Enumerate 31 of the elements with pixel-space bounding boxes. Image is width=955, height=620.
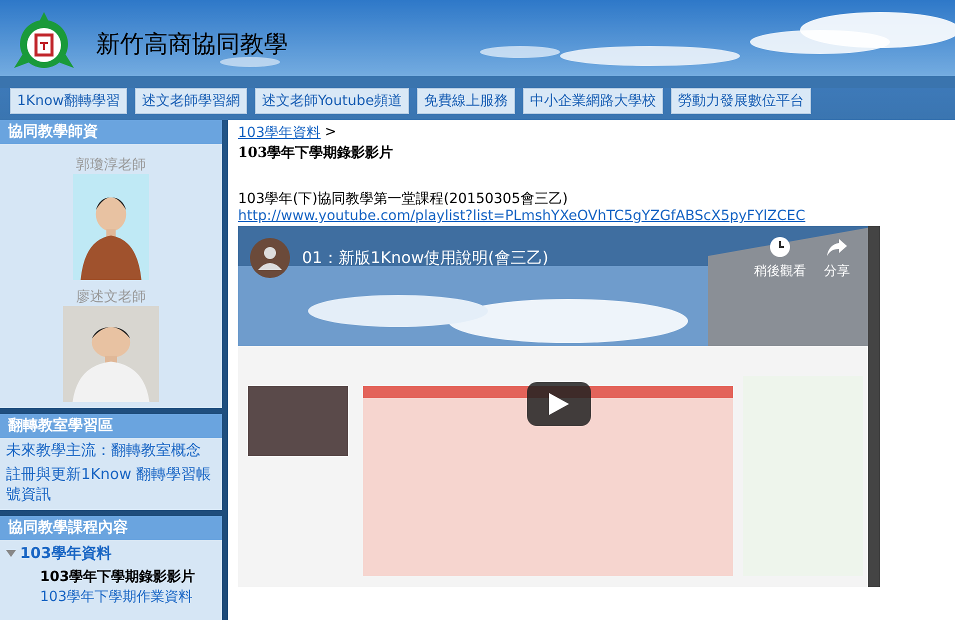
panel-title: 翻轉教室學習區 — [0, 414, 222, 438]
share-label[interactable]: 分享 — [824, 262, 850, 280]
panel-title: 協同教學師資 — [0, 120, 222, 144]
panel-title: 協同教學課程內容 — [0, 516, 222, 540]
video-title: 103學年(下)協同教學第一堂課程(20150305會三乙) — [238, 190, 569, 208]
nav-link[interactable]: 勞動力發展數位平台 — [670, 88, 811, 114]
play-icon — [549, 393, 569, 415]
channel-avatar — [250, 238, 290, 278]
tree-item[interactable]: 103學年資料 — [0, 540, 222, 567]
video-link[interactable]: http://www.youtube.com/playlist?list=PLmshYXeOVhTC5gYZGfABScX5pyFYlZCEC — [238, 208, 806, 224]
teacher-name: 郭瓊淳老師 — [76, 156, 146, 174]
teacher-name: 廖述文老師 — [76, 288, 146, 306]
breadcrumb-separator: > — [324, 124, 336, 142]
watch-later-label[interactable]: 稍後觀看 — [754, 262, 806, 280]
nav-link[interactable]: 1Know翻轉學習 — [10, 88, 127, 114]
breadcrumb-link[interactable]: 103學年資料 — [238, 124, 321, 142]
nav-link[interactable]: 免費線上服務 — [416, 88, 515, 114]
nav-link[interactable]: 述文老師Youtube頻道 — [254, 88, 409, 114]
share-icon[interactable] — [826, 236, 848, 258]
play-button[interactable] — [527, 382, 591, 426]
page-heading: 103學年下學期錄影影片 — [238, 144, 394, 162]
tree-item[interactable]: 103學年下學期作業資料 — [0, 587, 222, 607]
clock-icon[interactable] — [769, 236, 791, 258]
video-player[interactable]: 01：新版1Know使用說明(會三乙) 稍後觀看 分享 — [238, 226, 880, 587]
nav-link[interactable]: 中小企業網路大學校 — [522, 88, 663, 114]
sidebar-link[interactable]: 註冊與更新1Know 翻轉學習帳號資訊 — [0, 462, 222, 506]
player-title: 01：新版1Know使用說明(會三乙) — [302, 248, 549, 269]
sidebar-link[interactable]: 未來教學主流：翻轉教室概念 — [0, 438, 222, 462]
nav-link[interactable]: 述文老師學習網 — [134, 88, 247, 114]
tree-item[interactable]: 103學年下學期錄影影片 — [0, 567, 222, 587]
site-title: 新竹高商協同教學 — [96, 29, 288, 60]
